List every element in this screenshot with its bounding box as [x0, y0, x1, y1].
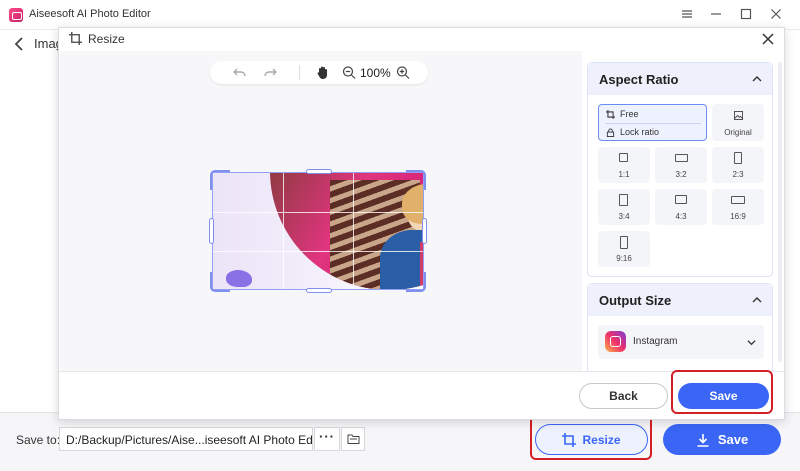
crop-icon [69, 32, 82, 45]
crop-frame[interactable] [212, 172, 424, 290]
title-bar: Aiseesoft AI Photo Editor [0, 0, 800, 30]
ratio-shape-icon [734, 152, 742, 164]
lock-ratio-row[interactable]: Lock ratio [606, 127, 659, 137]
ratio-label: 1:1 [618, 170, 630, 179]
ratio-label: 9:16 [616, 254, 632, 263]
save-button[interactable]: Save [663, 424, 781, 455]
app-title: Aiseesoft AI Photo Editor [29, 8, 151, 20]
ratio-shape-icon [731, 196, 745, 204]
ratio-shape-icon [619, 194, 628, 206]
ratio-label: 3:2 [675, 170, 687, 179]
output-size-card: Output Size Instagram [587, 283, 773, 372]
crop-handle-left[interactable] [209, 218, 214, 244]
chevron-down-icon [747, 340, 756, 346]
ratio-1-1[interactable]: 1:1 [598, 147, 650, 183]
ratio-3-2[interactable]: 3:2 [655, 147, 707, 183]
maximize-icon[interactable] [735, 5, 757, 25]
crop-grid-line [213, 251, 423, 252]
free-label: Free [620, 109, 639, 119]
menu-icon[interactable] [676, 5, 698, 25]
ratio-2-3[interactable]: 2:3 [712, 147, 764, 183]
crop-handle-bottom-left[interactable] [210, 272, 230, 292]
lock-ratio-label: Lock ratio [620, 127, 660, 137]
crop-grid-line [353, 173, 354, 289]
aspect-ratio-header[interactable]: Aspect Ratio [588, 63, 772, 95]
panel-scrollbar[interactable] [778, 62, 782, 362]
crop-grid-line [283, 173, 284, 289]
highlight-resize-button [530, 415, 652, 460]
crop-handle-bottom[interactable] [306, 288, 332, 293]
divider [605, 123, 701, 124]
ratio-label: 4:3 [675, 212, 687, 221]
crop-handle-bottom-right[interactable] [406, 272, 426, 292]
crop-icon [606, 109, 615, 119]
close-window-icon[interactable] [765, 5, 787, 25]
zoom-level: 100% [360, 66, 391, 80]
crop-handle-right[interactable] [422, 218, 427, 244]
aspect-ratio-heading: Aspect Ratio [599, 72, 679, 87]
zoom-out-icon[interactable] [342, 65, 356, 80]
crop-handle-top-left[interactable] [210, 170, 230, 190]
crop-handle-top-right[interactable] [406, 170, 426, 190]
ratio-shape-icon [675, 154, 688, 162]
output-size-header[interactable]: Output Size [588, 284, 772, 316]
highlight-dialog-save [671, 370, 773, 414]
folder-icon [347, 434, 359, 444]
redo-icon[interactable] [263, 65, 278, 80]
chevron-up-icon[interactable] [752, 295, 762, 305]
ratio-9-16[interactable]: 9:16 [598, 231, 650, 267]
save-to-label: Save to: [16, 433, 61, 447]
ratio-label: 16:9 [730, 212, 746, 221]
lock-icon [606, 127, 615, 137]
app-logo-icon [9, 8, 23, 22]
ratio-3-4[interactable]: 3:4 [598, 189, 650, 225]
ratio-shape-icon [619, 153, 628, 162]
browse-more-button[interactable]: ··· [314, 427, 340, 451]
instagram-icon [605, 331, 626, 352]
ratio-label: 3:4 [618, 212, 630, 221]
output-size-heading: Output Size [599, 293, 672, 308]
settings-panel: Aspect Ratio Free Lock ratio Original 1:… [587, 62, 773, 372]
back-arrow-icon[interactable] [10, 34, 32, 54]
resize-dialog: Resize 100% Aspect Ratio Free Lock ratio… [58, 27, 785, 420]
image-canvas: 100% [60, 51, 582, 371]
ratio-shape-icon [675, 195, 687, 204]
minimize-icon[interactable] [705, 5, 727, 25]
dialog-title: Resize [88, 32, 125, 46]
ratio-shape-icon [620, 236, 628, 249]
crop-handle-top[interactable] [306, 169, 332, 174]
ratio-16-9[interactable]: 16:9 [712, 189, 764, 225]
output-size-value: Instagram [633, 336, 678, 347]
open-folder-button[interactable] [341, 427, 365, 451]
free-option-row[interactable]: Free [606, 109, 639, 119]
hand-icon[interactable] [316, 65, 330, 80]
image-icon [734, 111, 743, 120]
ratio-4-3[interactable]: 4:3 [655, 189, 707, 225]
back-button[interactable]: Back [579, 383, 668, 409]
canvas-toolbar: 100% [210, 61, 428, 84]
free-ratio-option[interactable]: Free Lock ratio [598, 104, 707, 141]
ratio-label: 2:3 [732, 170, 744, 179]
toolbar-divider [299, 65, 300, 80]
save-path-field[interactable]: D:/Backup/Pictures/Aise...iseesoft AI Ph… [59, 427, 313, 451]
save-button-label: Save [717, 432, 749, 447]
dialog-header: Resize [59, 28, 784, 50]
output-size-select[interactable]: Instagram [598, 325, 764, 359]
download-icon [697, 433, 709, 447]
undo-icon[interactable] [232, 65, 247, 80]
ratio-original-label: Original [724, 128, 752, 137]
close-icon[interactable] [760, 31, 776, 47]
ratio-original[interactable]: Original [712, 104, 764, 141]
aspect-ratio-card: Aspect Ratio Free Lock ratio Original 1:… [587, 62, 773, 277]
crop-grid-line [213, 212, 423, 213]
zoom-in-icon[interactable] [396, 65, 410, 80]
chevron-up-icon[interactable] [752, 74, 762, 84]
